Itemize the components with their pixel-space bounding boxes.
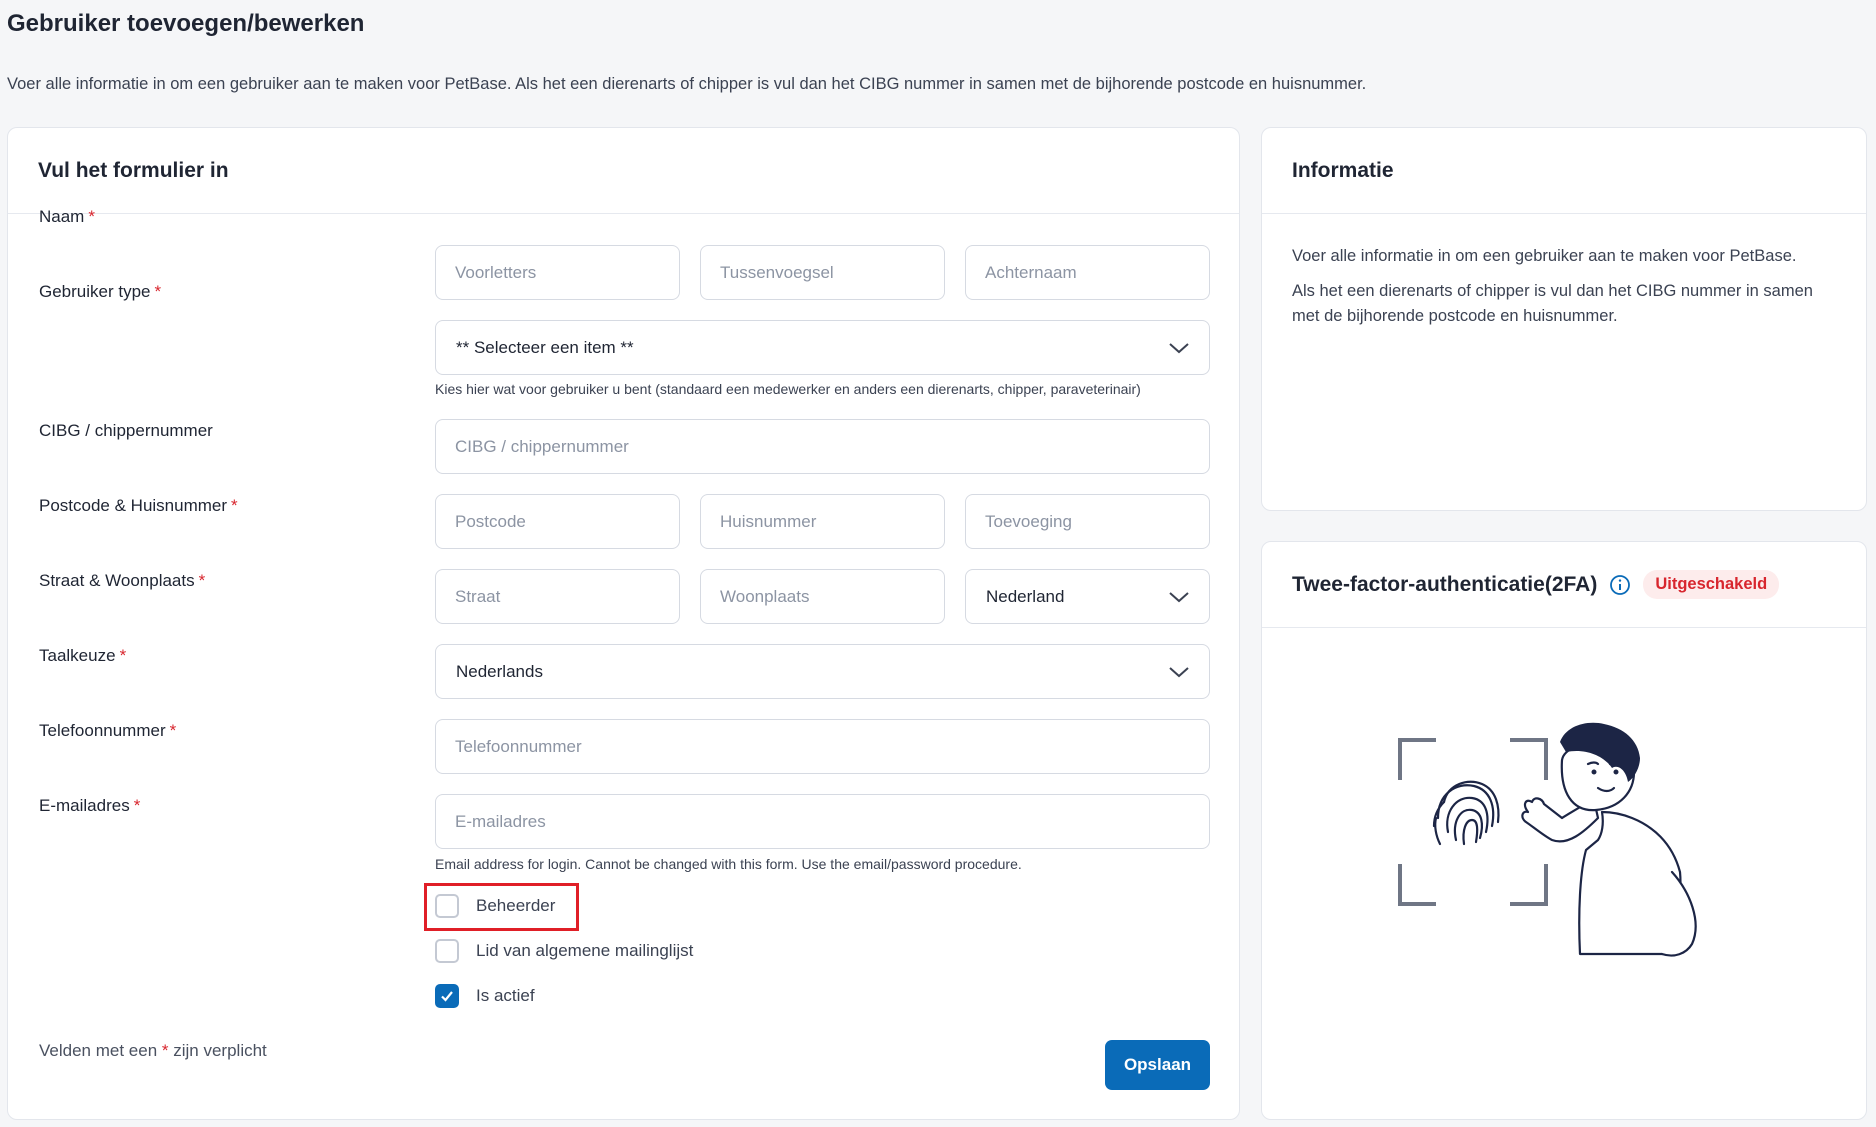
footnote-before: Velden met een	[39, 1041, 158, 1060]
chevron-down-icon	[1169, 667, 1189, 678]
cibg-label: CIBG / chippernummer	[39, 421, 213, 441]
woonplaats-input[interactable]	[700, 569, 945, 624]
cibg-input[interactable]	[435, 419, 1210, 474]
gebruiker-type-select[interactable]: ** Selecteer een item **	[435, 320, 1210, 375]
email-input[interactable]	[435, 794, 1210, 849]
required-mark: *	[119, 646, 127, 665]
postcode-label-text: Postcode & Huisnummer	[39, 496, 228, 515]
required-mark: *	[231, 496, 238, 515]
voorletters-input[interactable]	[435, 245, 680, 300]
land-selected: Nederland	[986, 586, 1065, 606]
telefoon-label-text: Telefoonnummer	[39, 721, 166, 740]
taal-label: Taalkeuze *	[39, 646, 126, 666]
gebruiker-type-help: Kies hier wat voor gebruiker u bent (sta…	[435, 381, 1141, 397]
mailinglijst-checkbox[interactable]	[435, 939, 459, 963]
email-label-text: E-mailadres	[39, 796, 130, 815]
straat-label-text: Straat & Woonplaats	[39, 571, 195, 590]
naam-label-text: Naam	[39, 207, 85, 226]
required-mark: *	[88, 207, 95, 226]
gebruiker-type-label-text: Gebruiker type	[39, 282, 151, 301]
required-mark: *	[161, 1041, 169, 1060]
check-icon	[441, 991, 453, 1002]
taal-selected: Nederlands	[456, 661, 543, 681]
email-label: E-mailadres *	[39, 796, 140, 816]
chevron-down-icon	[1169, 343, 1189, 354]
cibg-label-text: CIBG / chippernummer	[39, 421, 213, 440]
gebruiker-type-selected: ** Selecteer een item **	[456, 337, 634, 357]
straat-input[interactable]	[435, 569, 680, 624]
save-button[interactable]: Opslaan	[1105, 1040, 1210, 1090]
gebruiker-type-label: Gebruiker type *	[39, 282, 161, 302]
straat-label: Straat & Woonplaats *	[39, 571, 205, 591]
footnote-after: zijn verplicht	[173, 1041, 267, 1060]
form-card-title: Vul het formulier in	[38, 158, 229, 182]
beheerder-checkbox[interactable]	[435, 894, 459, 918]
postcode-label: Postcode & Huisnummer *	[39, 496, 238, 516]
actief-checkbox-row[interactable]: Is actief	[435, 984, 535, 1008]
naam-label: Naam *	[39, 207, 95, 227]
info-paragraph-2: Als het een dierenarts of chipper is vul…	[1292, 282, 1813, 325]
land-select[interactable]: Nederland	[965, 569, 1210, 624]
info-paragraph-1: Voer alle informatie in om een gebruiker…	[1292, 247, 1797, 265]
tfa-card: Twee-factor-authenticatie(2FA) Uitgescha…	[1261, 541, 1867, 1120]
tfa-status-badge: Uitgeschakeld	[1643, 570, 1780, 599]
required-mark: *	[169, 721, 177, 740]
telefoon-label: Telefoonnummer *	[39, 721, 176, 741]
tfa-card-header: Twee-factor-authenticatie(2FA) Uitgescha…	[1262, 542, 1866, 628]
toevoeging-input[interactable]	[965, 494, 1210, 549]
taal-label-text: Taalkeuze	[39, 646, 116, 665]
required-footnote: Velden met een * zijn verplicht	[39, 1041, 267, 1061]
mailinglijst-label: Lid van algemene mailinglijst	[476, 941, 694, 960]
info-card: Informatie Voer alle informatie in om ee…	[1261, 127, 1867, 511]
telefoon-input[interactable]	[435, 719, 1210, 774]
beheerder-label: Beheerder	[476, 896, 556, 915]
form-card: Vul het formulier in Naam* Gebruiker typ…	[7, 127, 1240, 1120]
info-card-header: Informatie	[1262, 128, 1866, 214]
postcode-input[interactable]	[435, 494, 680, 549]
page-subtitle: Voer alle informatie in om een gebruiker…	[7, 75, 1367, 93]
email-help: Email address for login. Cannot be chang…	[435, 856, 1022, 872]
tfa-title: Twee-factor-authenticatie(2FA)	[1292, 572, 1598, 596]
info-card-title: Informatie	[1292, 158, 1394, 182]
tussenvoegsel-input[interactable]	[700, 245, 945, 300]
fingerprint-scan-illustration	[1398, 722, 1697, 957]
required-mark: *	[198, 571, 206, 590]
huisnummer-input[interactable]	[700, 494, 945, 549]
mailinglijst-checkbox-row[interactable]: Lid van algemene mailinglijst	[435, 939, 693, 963]
form-card-header: Vul het formulier in	[8, 128, 1239, 214]
beheerder-checkbox-row[interactable]: Beheerder	[435, 894, 555, 918]
required-mark: *	[154, 282, 162, 301]
chevron-down-icon	[1169, 592, 1189, 603]
info-circle-icon[interactable]	[1609, 574, 1631, 596]
actief-label: Is actief	[476, 986, 535, 1005]
actief-checkbox[interactable]	[435, 984, 459, 1008]
taal-select[interactable]: Nederlands	[435, 644, 1210, 699]
required-mark: *	[133, 796, 141, 815]
page-title: Gebruiker toevoegen/bewerken	[7, 10, 365, 37]
achternaam-input[interactable]	[965, 245, 1210, 300]
